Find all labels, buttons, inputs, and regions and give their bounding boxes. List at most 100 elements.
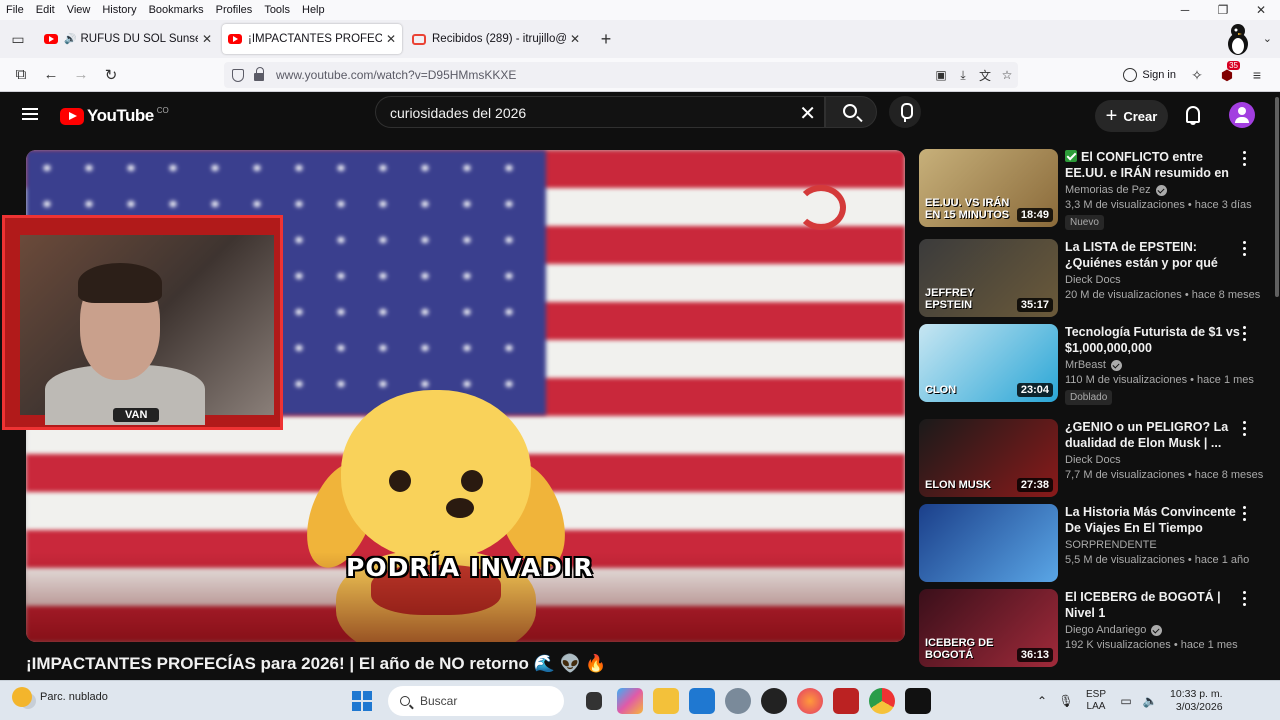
voice-search-icon[interactable] <box>889 96 921 128</box>
menu-help[interactable]: Help <box>296 4 331 16</box>
channel-name[interactable]: SORPRENDENTE <box>1065 539 1240 551</box>
verified-icon <box>1155 184 1167 196</box>
menu-edit[interactable]: Edit <box>30 4 61 16</box>
page-scrollbar[interactable] <box>1275 97 1279 297</box>
lock-icon[interactable] <box>254 67 264 81</box>
minimize-button[interactable]: ─ <box>1166 0 1204 20</box>
recommended-video[interactable]: JEFFREY EPSTEIN 35:17 La LISTA de EPSTEI… <box>919 239 1264 319</box>
menu-tools[interactable]: Tools <box>258 4 296 16</box>
recommended-video-title[interactable]: Tecnología Futurista de $1 vs $1,000,000… <box>1065 324 1240 356</box>
penguin-avatar-icon[interactable] <box>1222 22 1254 56</box>
close-tab-icon[interactable]: ✕ <box>386 32 396 46</box>
recommended-video-title[interactable]: El ICEBERG de BOGOTÁ | Nivel 1 <box>1065 589 1240 621</box>
recommended-video-title[interactable]: La LISTA de EPSTEIN: ¿Quiénes están y po… <box>1065 239 1240 271</box>
more-options-icon[interactable] <box>1243 421 1247 437</box>
channel-name[interactable]: MrBeast <box>1065 359 1240 371</box>
task-view-icon[interactable] <box>586 692 602 710</box>
menu-icon[interactable]: ≡ <box>1242 67 1272 83</box>
tab-gmail[interactable]: Recibidos (289) - itrujillo@idee ✕ <box>406 24 586 54</box>
store-icon[interactable] <box>689 688 715 714</box>
video-thumbnail[interactable] <box>919 504 1058 582</box>
more-options-icon[interactable] <box>1243 591 1247 607</box>
input-language[interactable]: ESP LAA <box>1086 689 1106 713</box>
close-window-button[interactable]: ✕ <box>1242 0 1280 20</box>
recommended-video[interactable]: ICEBERG DE BOGOTÁ 36:13 El ICEBERG de BO… <box>919 589 1264 669</box>
video-thumbnail[interactable]: ICEBERG DE BOGOTÁ 36:13 <box>919 589 1058 667</box>
menu-profiles[interactable]: Profiles <box>210 4 259 16</box>
recommended-video[interactable]: La Historia Más Convincente De Viajes En… <box>919 504 1264 584</box>
shield-icon[interactable] <box>232 68 244 82</box>
youtube-logo[interactable]: YouTube CO <box>60 106 169 126</box>
channel-name[interactable]: Memorias de Pez <box>1065 184 1240 196</box>
country-code: CO <box>156 105 169 115</box>
new-tab-button[interactable]: + <box>592 29 620 50</box>
taskbar-search[interactable]: Buscar <box>388 686 564 716</box>
channel-name[interactable]: Dieck Docs <box>1065 454 1240 466</box>
video-thumbnail[interactable]: JEFFREY EPSTEIN 35:17 <box>919 239 1058 317</box>
speaker-icon[interactable]: 🔊 <box>64 34 76 45</box>
menu-file[interactable]: File <box>0 4 30 16</box>
more-options-icon[interactable] <box>1243 326 1247 342</box>
weather-widget[interactable]: Parc. nublado <box>12 687 108 707</box>
menu-history[interactable]: History <box>96 4 142 16</box>
chrome-icon[interactable] <box>869 688 895 714</box>
obs-icon[interactable] <box>761 688 787 714</box>
tab-profecias[interactable]: ¡IMPACTANTES PROFECÍAS para ✕ <box>222 24 402 54</box>
channel-name[interactable]: Diego Andariego <box>1065 624 1240 636</box>
recommended-video-title[interactable]: ¿GENIO o un PELIGRO? La dualidad de Elon… <box>1065 419 1240 451</box>
video-thumbnail[interactable]: CLON 23:04 <box>919 324 1058 402</box>
save-to-pocket-icon[interactable]: ⤓ <box>952 68 974 83</box>
clear-search-icon[interactable]: ✕ <box>799 101 816 126</box>
chevron-down-icon[interactable]: ⌄ <box>1263 32 1272 45</box>
maximize-button[interactable]: ❐ <box>1204 0 1242 20</box>
hamburger-menu-icon[interactable] <box>22 108 38 120</box>
create-button[interactable]: + Crear <box>1095 100 1168 132</box>
copilot-icon[interactable] <box>617 688 643 714</box>
sign-in-button[interactable]: Sign in <box>1117 63 1182 87</box>
video-info: El ICEBERG de BOGOTÁ | Nivel 1 Diego And… <box>1065 589 1240 651</box>
notifications-bell-icon[interactable] <box>1184 105 1202 125</box>
recommended-video-title[interactable]: El CONFLICTO entre EE.UU. e IRÁN resumid… <box>1065 149 1240 181</box>
ublock-icon[interactable]: ⬢ 35 <box>1212 60 1242 84</box>
video-thumbnail[interactable]: ELON MUSK 27:38 <box>919 419 1058 497</box>
extensions-icon[interactable]: ✧ <box>1182 67 1212 84</box>
forward-icon[interactable]: → <box>66 66 96 83</box>
sidebar-toggle-icon[interactable]: ⧉ <box>6 66 36 83</box>
close-tab-icon[interactable]: ✕ <box>202 32 212 46</box>
recommended-video-title[interactable]: La Historia Más Convincente De Viajes En… <box>1065 504 1240 536</box>
url-text[interactable]: www.youtube.com/watch?v=D95HMmsKKXE <box>276 68 930 82</box>
translate-icon[interactable]: 文 <box>974 67 996 84</box>
network-icon[interactable]: ▭ <box>1114 694 1138 708</box>
tab-list-icon[interactable]: ▭ <box>2 23 34 55</box>
recommended-video[interactable]: EE.UU. VS IRÁN EN 15 MINUTOS 18:49 El CO… <box>919 149 1264 230</box>
bookmark-star-icon[interactable]: ☆ <box>996 68 1018 82</box>
back-icon[interactable]: ← <box>36 66 66 83</box>
reload-icon[interactable]: ↻ <box>96 66 126 84</box>
tray-overflow-icon[interactable]: ⌃ <box>1030 694 1054 708</box>
tab-rufus[interactable]: 🔊 RÜFÜS DU SOL Sunset Mix ✕ <box>38 24 218 54</box>
menu-bookmarks[interactable]: Bookmarks <box>143 4 210 16</box>
file-explorer-icon[interactable] <box>653 688 679 714</box>
volume-icon[interactable]: 🔈 <box>1138 694 1162 708</box>
close-tab-icon[interactable]: ✕ <box>570 32 580 46</box>
more-options-icon[interactable] <box>1243 151 1247 167</box>
more-options-icon[interactable] <box>1243 241 1247 257</box>
recommended-video[interactable]: CLON 23:04 Tecnología Futurista de $1 vs… <box>919 324 1264 405</box>
menu-view[interactable]: View <box>61 4 97 16</box>
picture-in-picture-icon[interactable]: ▣ <box>930 68 952 82</box>
epic-games-icon[interactable] <box>905 688 931 714</box>
firefox-icon[interactable] <box>797 688 823 714</box>
clock[interactable]: 10:33 p. m. 3/03/2026 <box>1170 688 1223 714</box>
settings-icon[interactable] <box>725 688 751 714</box>
recommended-video[interactable]: ELON MUSK 27:38 ¿GENIO o un PELIGRO? La … <box>919 419 1264 499</box>
address-bar[interactable]: www.youtube.com/watch?v=D95HMmsKKXE ▣ ⤓ … <box>224 62 1018 88</box>
search-button[interactable] <box>825 96 877 128</box>
more-options-icon[interactable] <box>1243 506 1247 522</box>
user-avatar[interactable] <box>1229 102 1255 128</box>
microphone-icon[interactable]: 🎙 <box>1054 694 1078 708</box>
video-thumbnail[interactable]: EE.UU. VS IRÁN EN 15 MINUTOS 18:49 <box>919 149 1058 227</box>
windows-start-icon[interactable] <box>352 691 372 711</box>
voicemeeter-icon[interactable] <box>833 688 859 714</box>
search-input[interactable]: curiosidades del 2026 ✕ <box>375 96 825 128</box>
channel-name[interactable]: Dieck Docs <box>1065 274 1240 286</box>
